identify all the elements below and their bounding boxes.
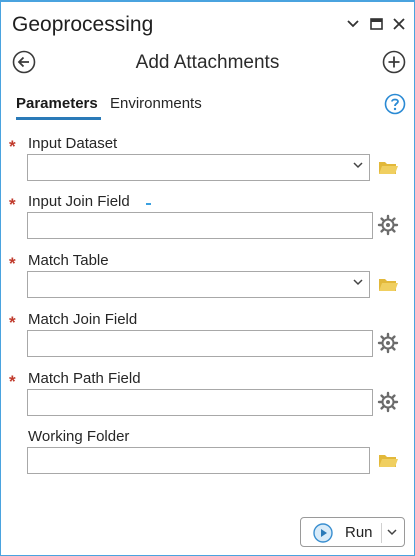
tool-title: Add Attachments (135, 52, 280, 73)
folder-icon[interactable] (377, 273, 399, 295)
match-table-dropdown[interactable] (27, 271, 370, 298)
param-label: Match Join Field (28, 311, 138, 328)
run-button[interactable]: Run (300, 517, 405, 547)
play-icon (313, 523, 333, 543)
param-label: Working Folder (28, 428, 130, 445)
param-label: Match Path Field (28, 370, 141, 387)
param-input-dataset: * Input Dataset (1, 133, 413, 191)
active-tab-indicator (16, 117, 101, 120)
gear-icon[interactable] (377, 214, 399, 236)
folder-icon[interactable] (377, 156, 399, 178)
chevron-down-icon[interactable] (345, 16, 361, 32)
gear-icon[interactable] (377, 332, 399, 354)
folder-icon[interactable] (377, 449, 399, 471)
pane-titlebar: Geoprocessing (2, 4, 413, 44)
text-cursor (146, 203, 151, 205)
chevron-down-icon[interactable] (387, 529, 397, 536)
run-separator (381, 523, 382, 543)
param-label: Match Table (28, 252, 109, 269)
tab-bar: Parameters Environments (2, 92, 413, 122)
required-marker: * (9, 137, 16, 156)
param-match-path-field: * Match Path Field (1, 368, 413, 426)
chevron-down-icon (353, 279, 363, 286)
param-input-join-field: * Input Join Field (1, 191, 413, 249)
input-dataset-dropdown[interactable] (27, 154, 370, 181)
run-label: Run (345, 524, 373, 541)
param-match-join-field: * Match Join Field (1, 309, 413, 367)
match-join-field-input[interactable] (27, 330, 373, 357)
add-icon[interactable] (382, 50, 406, 74)
pane-title: Geoprocessing (12, 13, 154, 36)
match-path-field-input[interactable] (27, 389, 373, 416)
required-marker: * (9, 254, 16, 273)
param-working-folder: Working Folder (1, 426, 413, 484)
required-marker: * (9, 372, 16, 391)
param-match-table: * Match Table (1, 250, 413, 308)
working-folder-input[interactable] (27, 447, 370, 474)
required-marker: * (9, 313, 16, 332)
param-label: Input Dataset (28, 135, 118, 152)
geoprocessing-pane: Geoprocessing Add Attachments Parameters… (0, 0, 415, 556)
param-label: Input Join Field (28, 193, 130, 210)
tab-environments[interactable]: Environments (110, 95, 202, 112)
tool-navbar: Add Attachments (2, 46, 413, 82)
input-join-field-input[interactable] (27, 212, 373, 239)
maximize-icon[interactable] (368, 16, 384, 32)
close-icon[interactable] (391, 16, 407, 32)
tab-parameters[interactable]: Parameters (16, 95, 98, 112)
help-icon[interactable] (384, 93, 406, 115)
required-marker: * (9, 195, 16, 214)
gear-icon[interactable] (377, 391, 399, 413)
chevron-down-icon (353, 162, 363, 169)
